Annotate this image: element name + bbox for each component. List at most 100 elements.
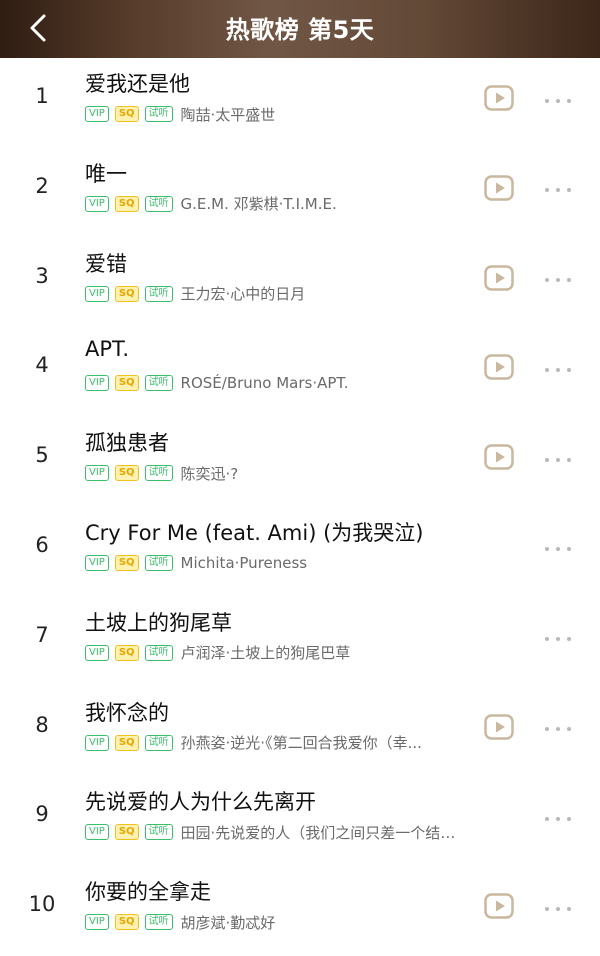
more-options-button[interactable]	[538, 714, 578, 740]
song-meta: VIP SQ 试听 田园·先说爱的人（我们之间只差一个结果）	[85, 822, 466, 842]
more-options-button[interactable]	[538, 534, 578, 560]
vip-badge: VIP	[85, 644, 109, 661]
song-meta: VIP SQ 试听 G.E.M. 邓紫棋·T.I.M.E.	[85, 194, 337, 214]
song-artist-album: 王力宏·心中的日月	[180, 285, 306, 304]
song-row[interactable]: 10 你要的全拿走 VIP SQ 试听 胡彦斌·勤忒好	[0, 866, 600, 956]
play-mv-button[interactable]	[484, 264, 514, 291]
song-title[interactable]: 你要的全拿走	[85, 876, 211, 906]
song-artist-album: 孙燕姿·逆光·《第二回合我爱你（幸...	[180, 734, 422, 753]
song-meta: VIP SQ 试听 陶喆·太平盛世	[85, 104, 275, 124]
song-row[interactable]: 2 唯一 VIP SQ 试听 G.E.M. 邓紫棋·T.I.M.E.	[0, 148, 600, 238]
song-row[interactable]: 1 爱我还是他 VIP SQ 试听 陶喆·太平盛世	[0, 58, 600, 148]
play-mv-button[interactable]	[484, 175, 514, 201]
more-icon	[544, 268, 572, 287]
song-rank: 7	[35, 622, 49, 647]
play-mv-button[interactable]	[484, 893, 514, 919]
vip-badge: VIP	[85, 106, 109, 122]
vip-badge: VIP	[85, 465, 109, 482]
play-icon	[484, 713, 514, 744]
more-icon	[544, 717, 572, 736]
play-mv-button[interactable]	[484, 444, 514, 470]
vip-badge: VIP	[85, 554, 109, 571]
song-row[interactable]: 5 孤独患者 VIP SQ 试听 陈奕迅·?	[0, 417, 600, 507]
song-row[interactable]: 6 Cry For Me (feat. Ami) (为我哭泣) VIP SQ 试听 Mic…	[0, 507, 600, 597]
song-title[interactable]: APT.	[85, 337, 129, 361]
sq-badge: SQ	[114, 465, 139, 482]
song-title[interactable]: 爱错	[85, 248, 127, 278]
play-icon	[484, 85, 514, 115]
vip-badge: VIP	[85, 734, 109, 751]
more-options-button[interactable]	[538, 354, 578, 380]
sq-badge: SQ	[114, 824, 139, 841]
song-rank: 2	[35, 173, 49, 198]
play-mv-button[interactable]	[484, 354, 514, 381]
song-artist-album: 胡彦斌·勤忒好	[180, 913, 276, 932]
song-title[interactable]: 先说爱的人为什么先离开	[85, 786, 316, 816]
more-icon	[544, 897, 572, 916]
song-meta: VIP SQ 试听 卢润泽·土坡上的狗尾巴草	[85, 643, 350, 663]
song-row[interactable]: 4 APT. VIP SQ 试听 ROSÉ/Bruno Mars·APT.	[0, 327, 600, 417]
sq-badge: SQ	[114, 554, 139, 571]
song-rank: 8	[35, 712, 49, 737]
sq-badge: SQ	[114, 375, 139, 392]
vip-badge: VIP	[85, 285, 109, 302]
more-icon	[544, 537, 572, 556]
sq-badge: SQ	[114, 106, 139, 122]
song-list: 1 爱我还是他 VIP SQ 试听 陶喆·太平盛世 2 唯一 VIP SQ 试听 G.E.M. 邓紫棋…	[0, 58, 600, 956]
song-row[interactable]: 7 土坡上的狗尾草 VIP SQ 试听 卢润泽·土坡上的狗尾巴草	[0, 597, 600, 687]
more-options-button[interactable]	[538, 624, 578, 650]
more-options-button[interactable]	[538, 893, 578, 919]
more-icon	[544, 627, 572, 646]
more-options-button[interactable]	[538, 265, 578, 291]
play-mv-button[interactable]	[484, 713, 514, 740]
song-title[interactable]: 孤独患者	[85, 427, 169, 457]
more-icon	[544, 178, 572, 197]
vip-badge: VIP	[85, 375, 109, 392]
song-rank: 3	[35, 263, 49, 288]
trial-badge: 试听	[144, 465, 173, 482]
play-icon	[484, 893, 514, 923]
song-row[interactable]: 9 先说爱的人为什么先离开 VIP SQ 试听 田园·先说爱的人（我们之间只差一个结果）	[0, 776, 600, 866]
song-meta: VIP SQ 试听 ROSÉ/Bruno Mars·APT.	[85, 373, 349, 393]
sq-badge: SQ	[114, 285, 139, 302]
song-artist-album: ROSÉ/Bruno Mars·APT.	[180, 374, 349, 393]
song-meta: VIP SQ 试听 孙燕姿·逆光·《第二回合我爱你（幸...	[85, 733, 422, 753]
song-rank: 4	[35, 353, 49, 378]
trial-badge: 试听	[144, 106, 173, 122]
trial-badge: 试听	[144, 554, 173, 571]
song-title[interactable]: 爱我还是他	[85, 68, 190, 98]
song-artist-album: G.E.M. 邓紫棋·T.I.M.E.	[180, 195, 337, 214]
more-options-button[interactable]	[538, 803, 578, 829]
song-row[interactable]: 8 我怀念的 VIP SQ 试听 孙燕姿·逆光·《第二回合我爱你（幸...	[0, 687, 600, 777]
trial-badge: 试听	[144, 644, 173, 661]
play-icon	[484, 175, 514, 205]
song-row[interactable]: 3 爱错 VIP SQ 试听 王力宏·心中的日月	[0, 238, 600, 328]
song-title[interactable]: 唯一	[85, 158, 127, 188]
trial-badge: 试听	[144, 734, 173, 751]
more-icon	[544, 358, 572, 377]
more-options-button[interactable]	[538, 175, 578, 201]
play-mv-button[interactable]	[484, 85, 514, 111]
vip-badge: VIP	[85, 914, 109, 931]
vip-badge: VIP	[85, 195, 109, 212]
more-options-button[interactable]	[538, 85, 578, 111]
sq-badge: SQ	[114, 914, 139, 931]
trial-badge: 试听	[144, 824, 173, 841]
song-artist-album: Michita·Pureness	[180, 553, 308, 572]
song-title[interactable]: Cry For Me (feat. Ami) (为我哭泣)	[85, 517, 423, 547]
more-icon	[544, 448, 572, 467]
trial-badge: 试听	[144, 375, 173, 392]
more-options-button[interactable]	[538, 444, 578, 470]
play-icon	[484, 444, 514, 474]
song-meta: VIP SQ 试听 陈奕迅·?	[85, 463, 238, 483]
song-artist-album: 陈奕迅·?	[180, 464, 239, 483]
song-rank: 1	[35, 84, 49, 108]
play-icon	[484, 264, 514, 295]
song-rank: 5	[35, 443, 49, 468]
song-title[interactable]: 土坡上的狗尾草	[85, 607, 232, 637]
vip-badge: VIP	[85, 824, 109, 841]
song-title[interactable]: 我怀念的	[85, 697, 169, 727]
top-nav-bar: 热歌榜 第5天	[0, 0, 600, 58]
more-icon	[544, 89, 572, 108]
sq-badge: SQ	[114, 734, 139, 751]
